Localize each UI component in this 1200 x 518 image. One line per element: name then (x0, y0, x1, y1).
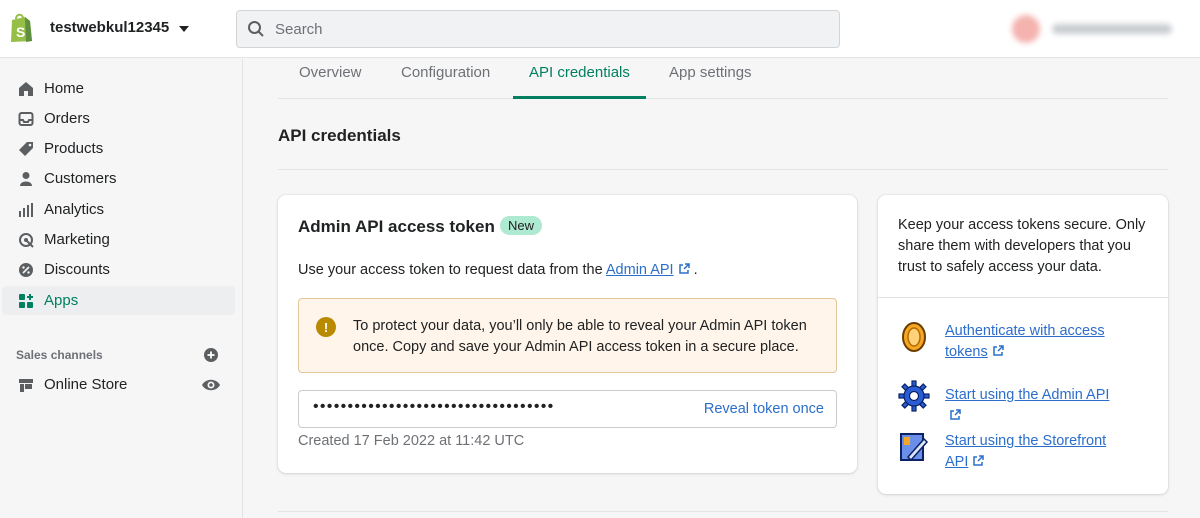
add-channel-icon[interactable] (202, 346, 220, 364)
person-icon (16, 169, 36, 189)
authenticate-link-label: Authenticate with access tokens (945, 323, 1105, 360)
svg-text:S: S (16, 24, 25, 40)
sidebar-item-label: Apps (44, 292, 79, 309)
sidebar-item-discounts[interactable]: Discounts (2, 255, 235, 284)
admin-api-guide-link[interactable]: Start using the Admin API (945, 380, 1120, 427)
created-timestamp: Created 17 Feb 2022 at 11:42 UTC (298, 433, 525, 449)
store-switcher[interactable]: testwebkul12345 (50, 19, 190, 36)
card-title: Admin API access token (298, 217, 495, 236)
tab-overview[interactable]: Overview (283, 59, 378, 98)
admin-api-link[interactable]: Admin API (606, 262, 690, 278)
inbox-icon (16, 109, 36, 129)
security-tip-text: Keep your access tokens secure. Only sha… (898, 217, 1146, 275)
desc-prefix: Use your access token to request data fr… (298, 262, 606, 278)
masked-token: ••••••••••••••••••••••••••••••••••• (313, 398, 555, 415)
warning-icon: ! (316, 317, 336, 337)
tab-configuration[interactable]: Configuration (385, 59, 506, 98)
token-field[interactable]: ••••••••••••••••••••••••••••••••••• Reve… (298, 390, 837, 428)
bar-chart-icon (16, 200, 36, 220)
reveal-token-button[interactable]: Reveal token once (704, 401, 824, 417)
sidebar-item-marketing[interactable]: Marketing (2, 225, 235, 254)
search-input[interactable] (275, 20, 815, 38)
page-title: API credentials (278, 126, 401, 145)
sidebar-item-label: Discounts (44, 261, 110, 278)
sidebar-item-label: Marketing (44, 231, 110, 248)
apps-icon (16, 291, 36, 311)
storefront-icon (900, 433, 929, 462)
sidebar-item-online-store[interactable]: Online Store (2, 370, 182, 399)
resource-item: Authenticate with access tokens (898, 321, 1120, 363)
warning-banner: ! To protect your data, you’ll only be a… (298, 298, 837, 373)
external-link-icon (973, 455, 985, 466)
authenticate-link[interactable]: Authenticate with access tokens (945, 321, 1120, 363)
desc-suffix: . (689, 262, 698, 278)
eye-icon[interactable] (201, 375, 221, 395)
sidebar-item-label: Online Store (44, 376, 128, 393)
section-divider (278, 169, 1168, 170)
sidebar-item-label: Analytics (44, 201, 105, 218)
resource-item: Start using the Storefront API (898, 431, 1120, 473)
sidebar: Home Orders Products Customers Analytics… (0, 59, 243, 518)
sidebar-item-apps[interactable]: Apps (2, 286, 235, 315)
external-link-icon (950, 409, 961, 420)
sidebar-item-analytics[interactable]: Analytics (2, 195, 235, 224)
account-menu[interactable] (1012, 14, 1190, 44)
sidebar-item-products[interactable]: Products (2, 134, 235, 163)
storefront-api-guide-link[interactable]: Start using the Storefront API (945, 431, 1120, 473)
sidebar-item-label: Customers (44, 170, 117, 187)
new-badge: New (500, 216, 543, 235)
sales-channels-heading: Sales channels (16, 348, 103, 362)
tab-bar: Overview Configuration API credentials A… (278, 59, 1168, 99)
tab-app-settings[interactable]: App settings (653, 59, 768, 98)
search-bar[interactable] (236, 10, 840, 48)
card-divider (878, 297, 1168, 298)
discount-icon (16, 260, 36, 280)
target-icon (16, 230, 36, 250)
sidebar-item-customers[interactable]: Customers (2, 164, 235, 193)
admin-api-guide-label: Start using the Admin API (945, 387, 1110, 403)
section-divider (278, 511, 1168, 512)
external-link-icon (992, 345, 1004, 356)
admin-api-link-label: Admin API (605, 262, 674, 278)
home-icon (16, 79, 36, 99)
coin-icon (902, 322, 926, 352)
external-link-icon (678, 263, 690, 274)
sidebar-item-label: Products (44, 140, 104, 157)
sidebar-item-label: Home (44, 80, 85, 97)
card-description: Use your access token to request data fr… (298, 262, 698, 278)
warning-text: To protect your data, you’ll only be abl… (353, 318, 807, 355)
store-name: testwebkul12345 (50, 19, 170, 36)
resource-item: Start using the Admin API (898, 380, 1120, 427)
gear-icon (898, 380, 930, 412)
shopify-logo-icon[interactable]: S (8, 13, 34, 43)
sidebar-item-home[interactable]: Home (2, 74, 235, 103)
sidebar-item-label: Orders (44, 110, 90, 127)
search-icon (248, 21, 264, 37)
sidebar-item-orders[interactable]: Orders (2, 104, 235, 133)
account-name-blurred (1052, 24, 1172, 34)
tag-icon (16, 139, 36, 159)
top-bar: S testwebkul12345 (0, 0, 1200, 58)
admin-token-card: Admin API access token New Use your acce… (278, 195, 857, 473)
storefront-api-guide-label: Start using the Storefront API (945, 433, 1107, 470)
caret-down-icon (179, 25, 190, 32)
avatar (1012, 15, 1040, 43)
security-tips-card: Keep your access tokens secure. Only sha… (878, 195, 1168, 494)
store-icon (16, 375, 36, 395)
tab-api-credentials[interactable]: API credentials (513, 59, 646, 99)
